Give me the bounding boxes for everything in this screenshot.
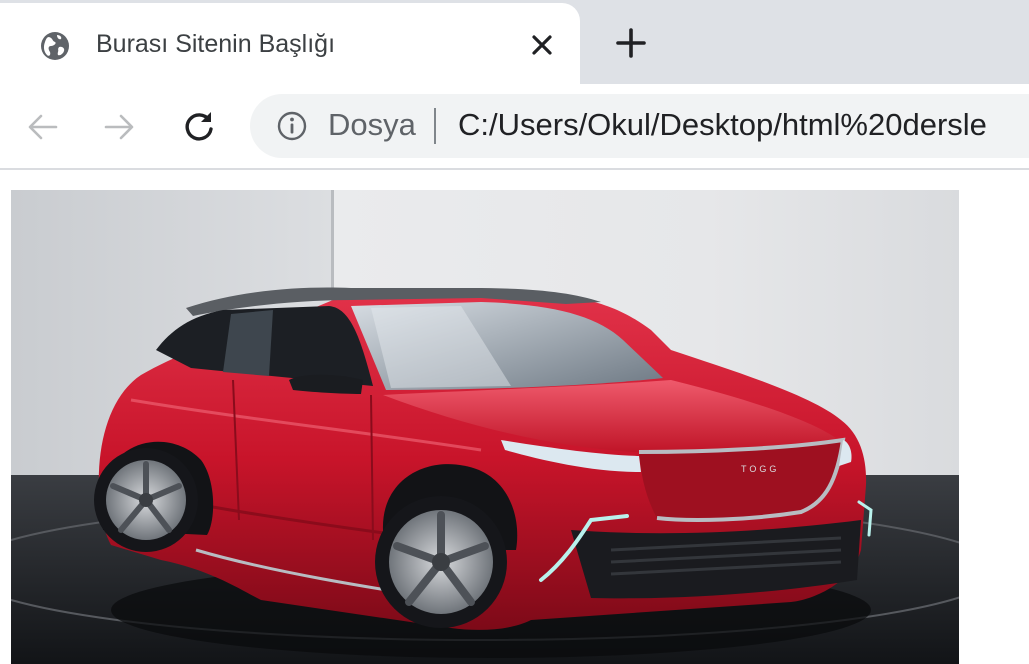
browser-toolbar: Dosya C:/Users/Okul/Desktop/html%20dersl… bbox=[0, 84, 1029, 168]
address-divider bbox=[434, 108, 436, 144]
tab-active[interactable]: Burası Sitenin Başlığı bbox=[0, 3, 580, 84]
tab-title: Burası Sitenin Başlığı bbox=[96, 30, 336, 58]
plus-icon[interactable] bbox=[612, 24, 650, 62]
svg-text:TOGG: TOGG bbox=[741, 464, 779, 474]
close-icon[interactable] bbox=[526, 29, 558, 61]
globe-icon bbox=[41, 32, 69, 60]
tab-strip: Burası Sitenin Başlığı bbox=[0, 0, 1029, 84]
reload-icon[interactable] bbox=[180, 108, 218, 146]
address-bar[interactable]: Dosya C:/Users/Okul/Desktop/html%20dersl… bbox=[250, 94, 1029, 158]
info-icon[interactable] bbox=[276, 110, 308, 142]
url-text[interactable]: C:/Users/Okul/Desktop/html%20dersle bbox=[458, 107, 987, 143]
arrow-right-icon[interactable] bbox=[100, 108, 138, 146]
arrow-left-icon[interactable] bbox=[24, 108, 62, 146]
page-content: TOGG bbox=[0, 170, 1029, 664]
car-image: TOGG bbox=[11, 190, 959, 664]
security-label[interactable]: Dosya bbox=[328, 107, 416, 143]
